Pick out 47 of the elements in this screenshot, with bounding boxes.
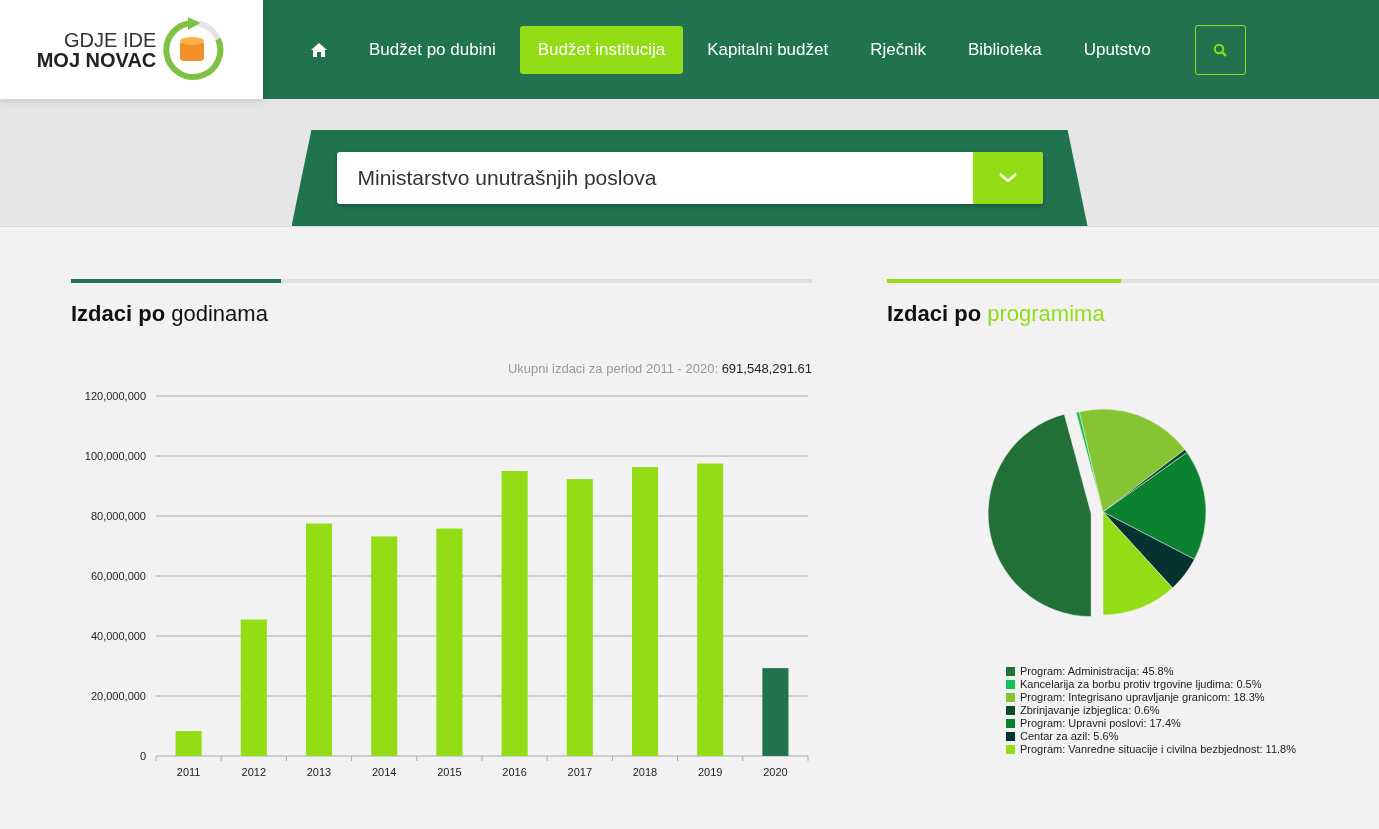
axis-label: 2019 xyxy=(697,766,723,778)
legend-label: Kancelarija za borbu protiv trgovine ljudima: 0.5% xyxy=(1020,678,1262,690)
section-title: Izdaci po programima xyxy=(887,301,1106,327)
legend-swatch xyxy=(1006,679,1015,689)
legend-label: Program: Upravni poslovi: 17.4% xyxy=(1020,717,1181,729)
nav-tab[interactable]: Budžet po dubini xyxy=(351,25,514,74)
axis-label: 120,000,000 xyxy=(84,390,146,402)
axis-label: 2015 xyxy=(437,766,462,778)
legend-swatch xyxy=(1006,744,1015,754)
nav-tab[interactable]: Kapitalni budžet xyxy=(689,25,847,74)
axis-label: 80,000,000 xyxy=(90,510,146,522)
total-text: Ukupni izdaci za period 2011 - 2020: 691,548,291.61 xyxy=(506,361,812,376)
axis-label: 2018 xyxy=(632,766,658,778)
legend-label: Program: Administracija: 45.8% xyxy=(1020,665,1174,677)
logo-text: MOJ NOVAC xyxy=(36,49,157,70)
nav-tab[interactable]: Uputstvo xyxy=(1065,25,1169,74)
axis-label: 2013 xyxy=(306,766,332,778)
axis-label: 40,000,000 xyxy=(90,630,146,642)
legend-swatch xyxy=(1006,666,1015,676)
axis-label: 100,000,000 xyxy=(84,450,146,462)
nav-tab[interactable]: Biblioteka xyxy=(949,25,1060,74)
legend-swatch xyxy=(1006,692,1015,702)
legend-swatch xyxy=(1006,718,1015,728)
axis-label: 0 xyxy=(139,750,146,762)
axis-label: 2012 xyxy=(241,766,267,778)
axis-label: 2020 xyxy=(763,766,788,778)
axis-label: 2014 xyxy=(371,766,397,778)
section-title: Izdaci po godinama xyxy=(71,301,269,327)
legend-label: Program: Integrisano upravljanje granicom: 18.3% xyxy=(1020,691,1265,703)
legend-swatch xyxy=(1006,731,1015,741)
logo-text: GDJE IDE xyxy=(64,29,157,50)
legend-label: Zbrinjavanje izbjeglica: 0.6% xyxy=(1020,704,1160,716)
axis-label: 2017 xyxy=(567,766,593,778)
bar xyxy=(175,731,202,756)
axis-label: 20,000,000 xyxy=(90,690,146,702)
chevron-down-icon xyxy=(998,173,1017,183)
legend-label: Program: Vanredne situacije i civilna bezbjednost: 11.8% xyxy=(1020,743,1296,755)
legend-swatch xyxy=(1006,705,1015,715)
search-icon xyxy=(1213,42,1228,57)
axis-label: 2011 xyxy=(176,766,201,778)
legend-label: Centar za azil: 5.6% xyxy=(1020,730,1119,742)
axis-label: 2016 xyxy=(502,766,527,778)
search-button[interactable] xyxy=(1194,24,1246,75)
institution-dropdown[interactable]: Ministarstvo unutrašnjih poslova xyxy=(336,152,1043,204)
axis-label: 60,000,000 xyxy=(90,570,146,582)
nav-tab[interactable]: Rječnik xyxy=(852,25,944,74)
logo[interactable]: GDJE IDE MOJ NOVAC xyxy=(0,0,263,99)
